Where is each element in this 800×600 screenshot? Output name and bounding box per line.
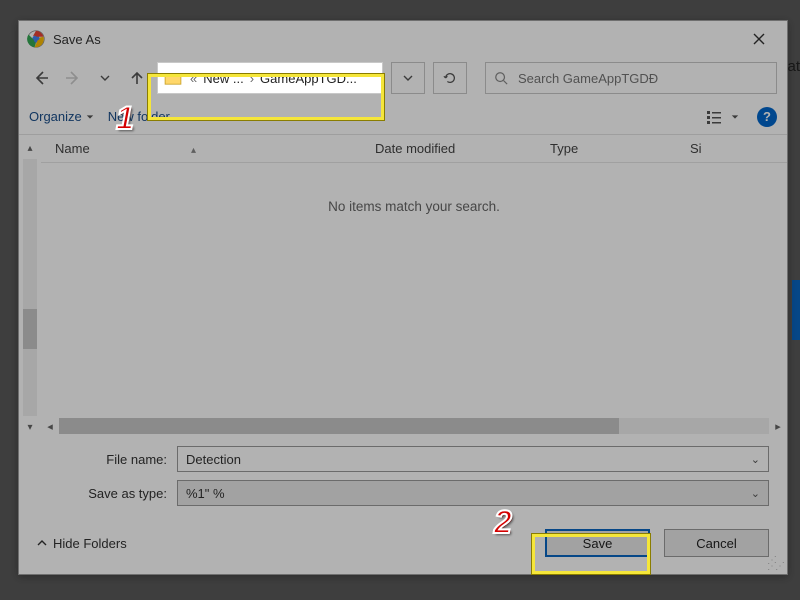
- column-headers: Name ▴ Date modified Type Si: [41, 135, 787, 163]
- caret-down-icon: [86, 113, 94, 121]
- save-as-type-select[interactable]: %1" % ⌄: [177, 480, 769, 506]
- scroll-thumb[interactable]: [23, 309, 37, 349]
- nav-pane-scrollbar[interactable]: ▴ ▾: [19, 135, 41, 436]
- caret-down-icon: [731, 113, 739, 121]
- search-icon: [494, 71, 508, 85]
- filename-input[interactable]: Detection ⌄: [177, 446, 769, 472]
- step-badge-1: 1: [116, 100, 134, 137]
- chevron-down-icon: [403, 73, 413, 83]
- hscroll-thumb[interactable]: [59, 418, 619, 434]
- empty-list-message: No items match your search.: [41, 199, 787, 214]
- column-size[interactable]: Si: [676, 141, 787, 156]
- recent-dropdown[interactable]: [93, 66, 117, 90]
- file-list-area: Name ▴ Date modified Type Si No items ma…: [41, 135, 787, 436]
- breadcrumb-seg-1[interactable]: New ...: [199, 71, 247, 86]
- scroll-track[interactable]: [23, 159, 37, 416]
- chevron-up-icon: [37, 538, 47, 548]
- body: ▴ ▾ Name ▴ Date modified Type Si No item…: [19, 135, 787, 436]
- toolbar: Organize New folder ?: [19, 99, 787, 135]
- arrow-up-icon: [129, 70, 145, 86]
- scroll-right-icon[interactable]: ▸: [769, 420, 787, 433]
- column-date[interactable]: Date modified: [361, 141, 536, 156]
- filename-label: File name:: [37, 452, 177, 467]
- folder-icon: [164, 71, 182, 85]
- fields: File name: Detection ⌄ Save as type: %1"…: [19, 436, 787, 520]
- view-details-icon: [707, 110, 727, 124]
- cancel-button[interactable]: Cancel: [664, 529, 769, 557]
- search-input[interactable]: [516, 70, 768, 87]
- scroll-left-icon[interactable]: ◂: [41, 420, 59, 433]
- organize-menu[interactable]: Organize: [29, 109, 94, 124]
- footer: Hide Folders Save Cancel: [19, 520, 787, 574]
- background-accent-stripe: [792, 280, 800, 340]
- column-name-label: Name: [55, 141, 90, 156]
- breadcrumb-dropdown[interactable]: [391, 62, 425, 94]
- scroll-down-icon[interactable]: ▾: [21, 418, 39, 436]
- breadcrumb-seg-2[interactable]: GameAppTGD...: [256, 71, 361, 86]
- up-button[interactable]: [125, 66, 149, 90]
- breadcrumb-overflow: «: [188, 71, 199, 86]
- hide-folders-label: Hide Folders: [53, 536, 127, 551]
- refresh-icon: [443, 71, 457, 85]
- hide-folders-toggle[interactable]: Hide Folders: [37, 536, 127, 551]
- caret-down-icon[interactable]: ⌄: [751, 487, 760, 500]
- close-button[interactable]: [739, 23, 779, 55]
- window-title: Save As: [53, 32, 101, 47]
- back-button[interactable]: [29, 66, 53, 90]
- save-as-type-value: %1" %: [186, 486, 225, 501]
- breadcrumb[interactable]: « New ... › GameAppTGD...: [157, 62, 383, 94]
- horizontal-scrollbar[interactable]: ◂ ▸: [41, 416, 787, 436]
- caret-down-icon[interactable]: ⌄: [751, 453, 760, 466]
- chrome-icon: [27, 30, 45, 48]
- step-badge-2: 2: [494, 504, 512, 541]
- breadcrumb-sep: ›: [248, 71, 256, 86]
- scroll-up-icon[interactable]: ▴: [21, 139, 39, 157]
- chevron-down-icon: [100, 73, 110, 83]
- sort-asc-icon: ▴: [191, 145, 196, 156]
- arrow-right-icon: [65, 70, 81, 86]
- save-button[interactable]: Save: [545, 529, 650, 557]
- titlebar: Save As: [19, 21, 787, 57]
- column-type[interactable]: Type: [536, 141, 676, 156]
- view-options-button[interactable]: [703, 105, 743, 129]
- save-as-type-label: Save as type:: [37, 486, 177, 501]
- nav-row: « New ... › GameAppTGD...: [19, 57, 787, 99]
- filename-value: Detection: [186, 452, 241, 467]
- refresh-button[interactable]: [433, 62, 467, 94]
- close-icon: [753, 33, 765, 45]
- column-name[interactable]: Name ▴: [41, 141, 361, 156]
- hscroll-track[interactable]: [59, 418, 769, 434]
- search-box[interactable]: [485, 62, 777, 94]
- organize-label: Organize: [29, 109, 82, 124]
- help-button[interactable]: ?: [757, 107, 777, 127]
- forward-button[interactable]: [61, 66, 85, 90]
- arrow-left-icon: [33, 70, 49, 86]
- resize-grip-icon[interactable]: ⋰⋰⋰: [767, 558, 783, 570]
